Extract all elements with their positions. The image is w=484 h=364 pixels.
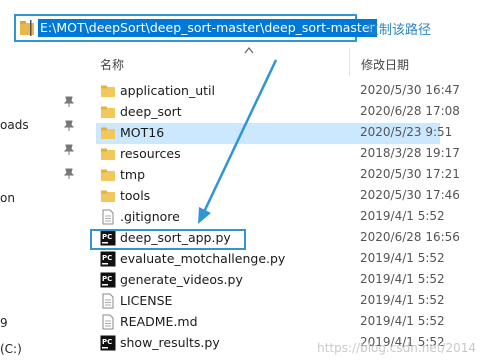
file-name: show_results.py — [120, 335, 220, 350]
pin-icon[interactable] — [63, 168, 75, 180]
pin-icon[interactable] — [63, 120, 75, 132]
file-row[interactable]: README.md 2019/4/1 5:52 — [96, 312, 445, 333]
svg-text:PC: PC — [102, 254, 112, 262]
file-name: evaluate_motchallenge.py — [120, 251, 286, 266]
column-divider[interactable] — [349, 48, 350, 76]
file-row[interactable]: MOT16 2020/5/23 9:51 — [96, 123, 452, 144]
file-name: resources — [120, 146, 181, 161]
pin-icon[interactable] — [63, 96, 75, 108]
file-row[interactable]: resources 2018/3/28 19:17 — [96, 144, 460, 165]
file-row[interactable]: application_util 2020/5/30 16:47 — [96, 81, 460, 102]
file-row[interactable]: .gitignore 2019/4/1 5:52 — [96, 207, 445, 228]
address-bar[interactable]: E:\MOT\deepSort\deep_sort-master\deep_so… — [14, 14, 377, 42]
folder-icon — [101, 190, 115, 202]
pycharm-icon: PC — [100, 335, 116, 351]
file-name: README.md — [120, 314, 198, 329]
sidebar-item-downloads[interactable]: oads — [0, 118, 29, 132]
folder-icon — [101, 148, 115, 160]
pin-icon[interactable] — [63, 144, 75, 156]
file-icon — [102, 209, 114, 225]
file-modified-date: 2019/4/1 5:52 — [360, 293, 445, 307]
svg-text:PC: PC — [102, 338, 112, 346]
file-name: LICENSE — [120, 293, 173, 308]
pycharm-icon: PC — [100, 272, 116, 288]
file-row[interactable]: LICENSE 2019/4/1 5:52 — [96, 291, 445, 312]
folder-icon — [101, 169, 115, 181]
file-name: application_util — [120, 83, 215, 98]
folder-icon — [101, 127, 115, 139]
file-name: tmp — [120, 167, 146, 182]
folder-icon — [20, 20, 34, 36]
file-modified-date: 2020/5/23 9:51 — [360, 125, 453, 139]
file-icon — [102, 314, 114, 330]
svg-text:PC: PC — [102, 275, 112, 283]
copy-path-link[interactable]: 复制该路径 — [366, 19, 431, 38]
file-modified-date: 2020/5/30 17:21 — [360, 167, 460, 181]
file-row[interactable]: PC evaluate_motchallenge.py 2019/4/1 5:52 — [96, 249, 445, 270]
file-modified-date: 2020/5/30 16:47 — [360, 83, 460, 97]
file-modified-date: 2020/6/28 16:56 — [360, 230, 460, 244]
file-icon — [102, 293, 114, 309]
file-modified-date: 2018/3/28 19:17 — [360, 146, 460, 160]
file-name: MOT16 — [120, 125, 165, 140]
file-modified-date: 2020/5/30 17:46 — [360, 188, 460, 202]
sidebar-item-partial-2[interactable]: 9 — [0, 316, 8, 330]
column-header-name[interactable]: 名称 — [100, 56, 124, 73]
annotation-highlight-box — [90, 229, 246, 250]
file-name: deep_sort — [120, 104, 182, 119]
file-row[interactable]: tmp 2020/5/30 17:21 — [96, 165, 460, 186]
folder-icon — [101, 85, 115, 97]
file-row[interactable]: deep_sort 2020/6/28 17:08 — [96, 102, 460, 123]
file-row[interactable]: tools 2020/5/30 17:46 — [96, 186, 460, 207]
file-name: tools — [120, 188, 151, 203]
sidebar-item-drive-c[interactable]: (C:) — [0, 342, 22, 356]
file-name: .gitignore — [120, 209, 180, 224]
pycharm-icon: PC — [100, 251, 116, 267]
watermark: https://blog.csdn.net/2014 — [317, 341, 476, 355]
address-path-text[interactable]: E:\MOT\deepSort\deep_sort-master\deep_so… — [38, 19, 377, 37]
file-modified-date: 2019/4/1 5:52 — [360, 209, 445, 223]
column-header-date[interactable]: 修改日期 — [361, 56, 409, 73]
file-modified-date: 2020/6/28 17:08 — [360, 104, 460, 118]
file-modified-date: 2019/4/1 5:52 — [360, 251, 445, 265]
file-row[interactable]: PC generate_videos.py 2019/4/1 5:52 — [96, 270, 445, 291]
file-name: generate_videos.py — [120, 272, 243, 287]
sidebar-item-partial[interactable]: on — [0, 191, 15, 205]
chevron-up-icon — [244, 47, 254, 54]
file-modified-date: 2019/4/1 5:52 — [360, 314, 445, 328]
file-modified-date: 2019/4/1 5:52 — [360, 272, 445, 286]
folder-icon — [101, 106, 115, 118]
